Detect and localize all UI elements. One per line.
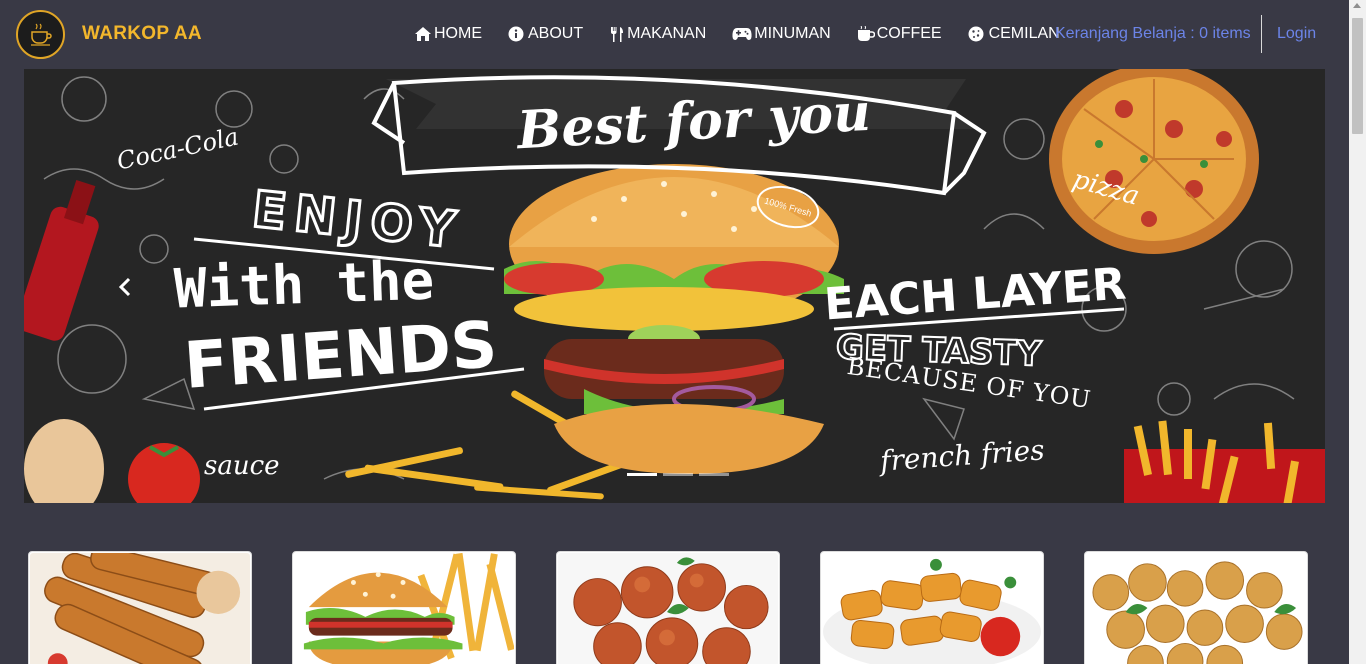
hero-carousel: Best for you ENJOY With the FRIENDS EACH… — [24, 69, 1325, 503]
product-card-tahu-bulat[interactable] — [1084, 551, 1308, 664]
nav-item-label: ABOUT — [528, 25, 584, 42]
cookie-icon — [968, 26, 984, 42]
home-icon — [415, 27, 431, 41]
banner-with-the: With the — [172, 248, 436, 321]
nav-item-coffee[interactable]: COFFEE — [857, 25, 942, 43]
nav-item-label: HOME — [434, 25, 482, 42]
spring-rolls-image — [30, 553, 250, 664]
carousel-prev-button[interactable] — [112, 273, 138, 301]
nav-item-home[interactable]: HOME — [414, 25, 482, 43]
scroll-up-arrow-icon[interactable] — [1353, 3, 1361, 8]
meatballs-image — [558, 553, 778, 664]
nav-item-label: CEMILAN — [988, 25, 1060, 42]
page-scrollbar[interactable] — [1349, 0, 1366, 664]
product-card-nugget[interactable] — [820, 551, 1044, 664]
carousel-indicator-3[interactable] — [699, 473, 729, 476]
info-icon — [508, 26, 524, 42]
banner-sauce: sauce — [204, 451, 280, 481]
nav-divider — [1261, 15, 1262, 53]
nav-item-cemilan[interactable]: CEMILAN — [968, 25, 1060, 43]
nav-item-makanan[interactable]: MAKANAN — [609, 25, 706, 43]
carousel-indicator-2[interactable] — [663, 473, 693, 476]
navbar: WARKOP AA HOME ABOUT MAKANAN MINUMAN COF… — [0, 0, 1349, 68]
utensils-icon — [611, 26, 624, 42]
nav-item-label: COFFEE — [876, 25, 942, 42]
product-card-lumpia[interactable] — [28, 551, 252, 664]
gamepad-icon — [732, 28, 752, 40]
product-card-bakso[interactable] — [556, 551, 780, 664]
fried-balls-image — [1086, 553, 1306, 664]
nav-item-minuman[interactable]: MINUMAN — [732, 25, 831, 43]
product-grid — [0, 551, 1349, 664]
main-nav: HOME ABOUT MAKANAN MINUMAN COFFEE CEMILA… — [414, 0, 1086, 68]
brand-name: WARKOP AA — [82, 23, 202, 44]
carousel-indicator-1[interactable] — [627, 473, 657, 476]
burger-image — [294, 553, 514, 664]
nav-item-about[interactable]: ABOUT — [508, 25, 583, 43]
scroll-thumb[interactable] — [1352, 18, 1363, 134]
mug-icon — [857, 26, 875, 41]
nav-item-label: MAKANAN — [627, 25, 707, 42]
carousel-indicators — [624, 473, 732, 476]
nuggets-image — [822, 553, 1042, 664]
login-link[interactable]: Login — [1277, 0, 1316, 68]
nav-item-label: MINUMAN — [754, 25, 831, 42]
product-card-burger[interactable] — [292, 551, 516, 664]
coffee-cup-logo-icon — [16, 9, 65, 59]
brand[interactable]: WARKOP AA — [16, 9, 202, 59]
cart-link[interactable]: Keranjang Belanja : 0 items — [1055, 0, 1251, 68]
chevron-left-icon — [118, 277, 131, 297]
